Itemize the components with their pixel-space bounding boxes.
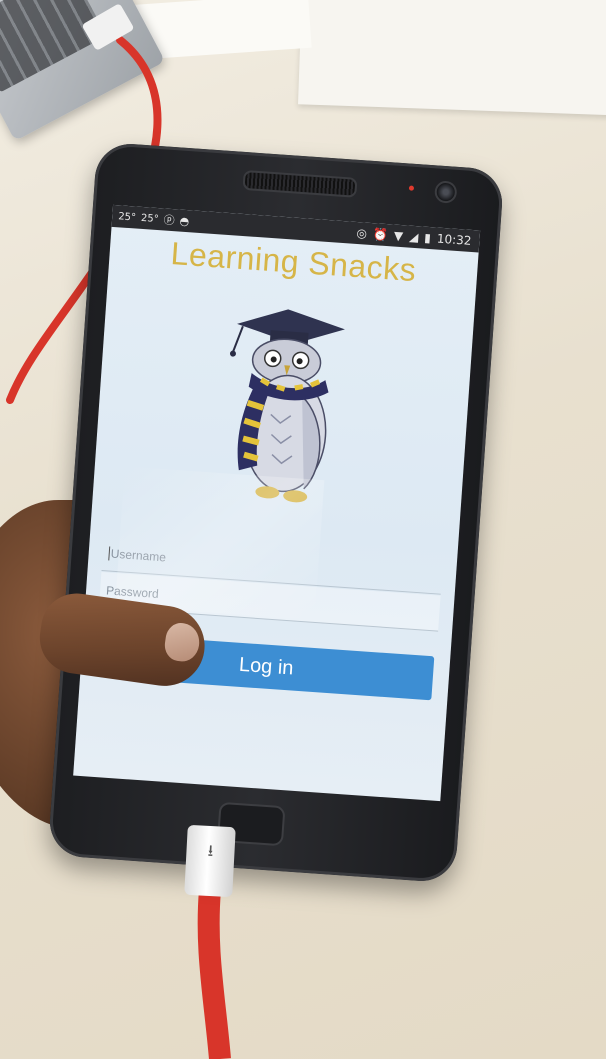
- smartphone: 25° 25° ⓟ ◓ ◎ ⏰ ▼ ◢ ▮ 10:32 Learning Sna…: [47, 141, 505, 884]
- username-placeholder: Username: [110, 546, 167, 564]
- signal-icon: ◢: [408, 229, 419, 245]
- login-button-label: Log in: [238, 653, 295, 680]
- clock: 10:32: [436, 231, 472, 248]
- temperature-label: 25°: [117, 210, 137, 224]
- wifi-icon: ▼: [393, 228, 404, 244]
- owl-graduate-icon: [229, 309, 345, 503]
- battery-icon: ▮: [423, 230, 432, 246]
- notification-led: [408, 185, 415, 191]
- alarm-icon: ⏰: [372, 227, 389, 243]
- sync-icon: ◎: [356, 225, 368, 241]
- photo-scene: 25° 25° ⓟ ◓ ◎ ⏰ ▼ ◢ ▮ 10:32 Learning Sna…: [0, 0, 606, 1059]
- front-camera: [434, 180, 458, 204]
- earpiece-speaker: [242, 169, 358, 198]
- usb-plug: ⭳: [184, 824, 236, 898]
- app-screen: 25° 25° ⓟ ◓ ◎ ⏰ ▼ ◢ ▮ 10:32 Learning Sna…: [73, 204, 481, 802]
- android-icon: ◓: [179, 214, 190, 228]
- pinterest-icon: ⓟ: [163, 213, 176, 228]
- usb-icon: ⭳: [207, 840, 214, 861]
- temperature-label: 25°: [140, 212, 160, 225]
- thumbnail: [162, 621, 202, 664]
